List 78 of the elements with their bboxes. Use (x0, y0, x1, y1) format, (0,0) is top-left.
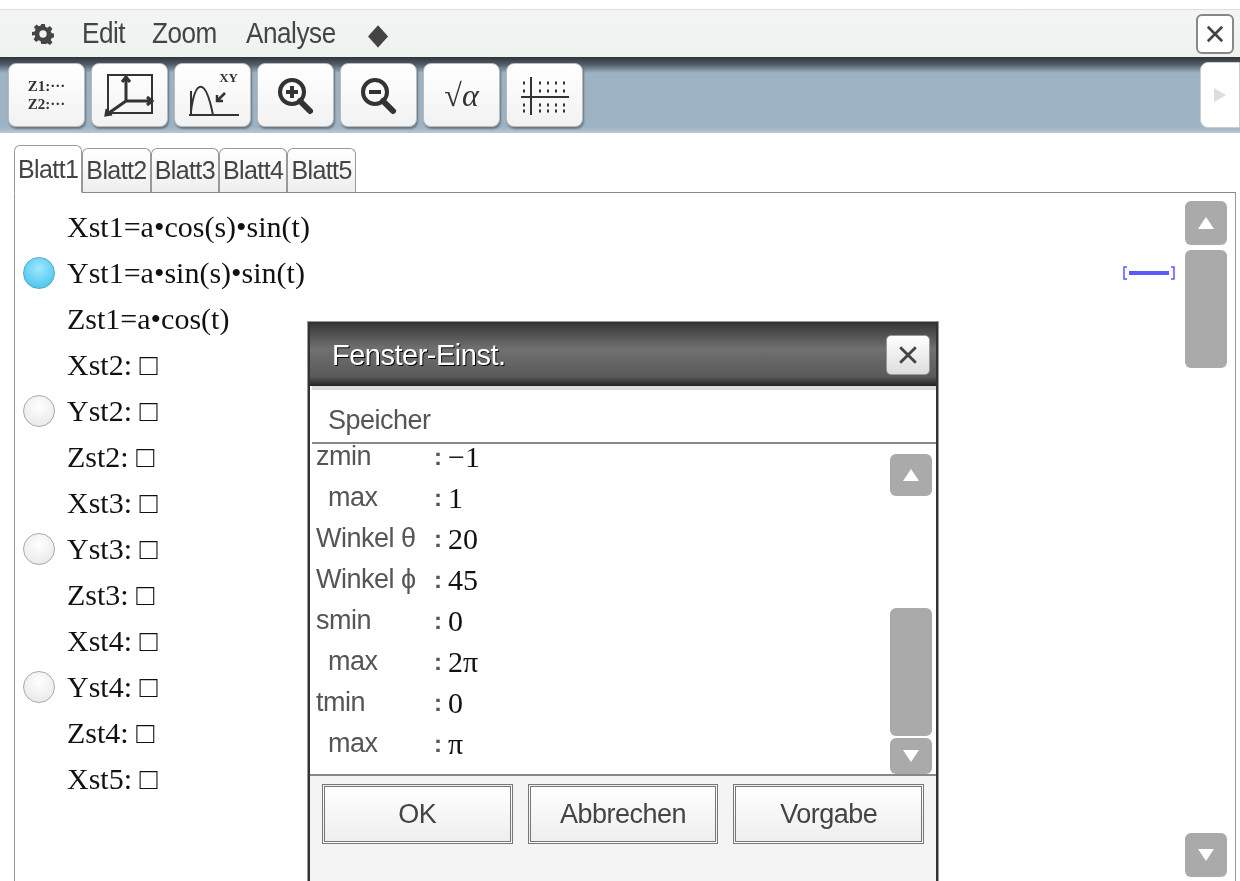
line-style-icon[interactable] (1123, 266, 1175, 280)
scrollbar-thumb[interactable] (1185, 250, 1227, 368)
sheet-tab[interactable]: Blatt5 (287, 148, 356, 192)
field-label: Winkel θ (315, 523, 417, 554)
trace-button[interactable]: XY (174, 63, 251, 127)
menu-item[interactable]: Edit (82, 17, 126, 50)
close-button[interactable] (886, 335, 930, 375)
equation-text[interactable]: Xst2: □ (67, 348, 158, 382)
field-label: max (327, 646, 379, 677)
colon-separator: : (434, 524, 443, 553)
field-value[interactable]: 1 (448, 480, 463, 515)
settings-icon[interactable] (32, 22, 54, 45)
colon-separator: : (434, 688, 443, 717)
down-triangle-icon (1197, 847, 1215, 863)
field-value[interactable]: −1 (448, 444, 480, 474)
radio-button[interactable] (23, 257, 55, 289)
equation-text[interactable]: Xst3: □ (67, 486, 158, 520)
equation-text[interactable]: Zst1=a•cos(t) (67, 302, 230, 336)
equation-text[interactable]: Yst3: □ (67, 532, 158, 566)
field-label: max (327, 482, 379, 513)
field-value[interactable]: 45 (448, 562, 478, 597)
field-label: Winkel ϕ (315, 564, 417, 595)
graph-memory-button[interactable]: Z1:··· Z2:··· (8, 63, 85, 127)
up-triangle-icon (902, 467, 920, 483)
field-value[interactable]: 20 (448, 521, 478, 556)
sheet-tab[interactable]: Blatt3 (150, 148, 220, 192)
colon-separator: : (434, 444, 443, 471)
view-window-button[interactable] (91, 63, 168, 127)
equation-text[interactable]: Yst4: □ (67, 670, 158, 704)
dialog-button[interactable]: OK (322, 784, 513, 844)
equation-text[interactable]: Xst5: □ (67, 762, 158, 796)
menu-item[interactable]: Zoom (152, 17, 217, 50)
menu-item[interactable]: ◆ (367, 16, 388, 51)
up-triangle-icon (1197, 215, 1215, 231)
equation-text[interactable]: Xst1=a•cos(s)•sin(t) (67, 210, 310, 244)
equation-text[interactable]: Zst3: □ (67, 578, 155, 612)
field-value[interactable]: π (448, 726, 464, 761)
field-label: max (327, 728, 379, 759)
equation-text[interactable]: Zst2: □ (67, 440, 155, 474)
sheet-tab[interactable]: Blatt4 (219, 148, 288, 192)
colon-separator: : (434, 483, 443, 512)
field-label: smin (315, 605, 372, 636)
sheet-tab[interactable]: Blatt1 (14, 145, 83, 193)
scroll-down-button[interactable] (1185, 833, 1227, 877)
radio-button[interactable] (23, 395, 55, 427)
field-label: zmin (315, 444, 372, 472)
scroll-up-button[interactable] (1185, 201, 1227, 245)
field-value[interactable]: 0 (448, 685, 463, 720)
play-icon (1212, 86, 1228, 104)
down-triangle-icon (902, 748, 920, 764)
menu-item[interactable]: Analyse (246, 17, 336, 50)
equation-text[interactable]: Yst2: □ (67, 394, 158, 428)
grid-button[interactable] (506, 63, 583, 127)
equation-text[interactable]: Zst4: □ (67, 716, 155, 750)
radio-button[interactable] (23, 533, 55, 565)
dialog-title: Fenster-Einst. (332, 338, 507, 372)
field-value[interactable]: 2π (448, 644, 479, 679)
zoom-in-button[interactable] (257, 63, 334, 127)
zoom-out-button[interactable] (340, 63, 417, 127)
colon-separator: : (434, 647, 443, 676)
field-label: tmin (315, 687, 366, 718)
next-button[interactable] (1200, 62, 1240, 128)
equation-text[interactable]: Xst4: □ (67, 624, 158, 658)
dialog-button[interactable]: Vorgabe (733, 784, 924, 844)
close-button[interactable] (1196, 13, 1234, 54)
radio-button[interactable] (23, 671, 55, 703)
scroll-up-button[interactable] (890, 454, 932, 496)
colon-separator: : (434, 729, 443, 758)
scrollbar-thumb[interactable] (890, 608, 932, 736)
colon-separator: : (434, 606, 443, 635)
scroll-down-button[interactable] (890, 738, 932, 774)
dialog-button[interactable]: Abbrechen (527, 784, 719, 844)
math-input-button[interactable]: √α (423, 63, 500, 127)
field-value[interactable]: 0 (448, 603, 463, 638)
memory-label[interactable]: Speicher (328, 405, 431, 436)
equation-text[interactable]: Yst1=a•sin(s)•sin(t) (67, 256, 305, 290)
colon-separator: : (434, 565, 443, 594)
sheet-tab[interactable]: Blatt2 (82, 148, 151, 192)
